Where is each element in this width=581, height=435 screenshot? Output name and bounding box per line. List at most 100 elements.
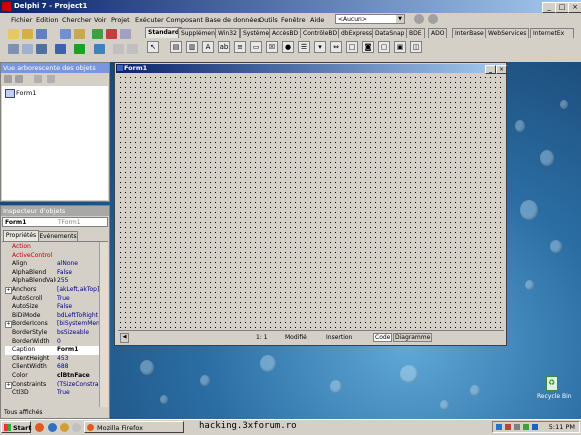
tab-datasnap[interactable]: DataSnap bbox=[372, 28, 408, 38]
tray-volume-icon[interactable] bbox=[514, 424, 520, 430]
tab-webservices[interactable]: WebServices bbox=[485, 28, 530, 38]
menu-aide[interactable]: Aide bbox=[310, 16, 324, 24]
property-row[interactable]: Color clBtnFace bbox=[5, 372, 102, 381]
property-value[interactable]: True bbox=[57, 295, 102, 304]
desktop-quicklaunch-icon[interactable] bbox=[72, 423, 81, 432]
new-icon[interactable] bbox=[8, 29, 19, 39]
popupmenu-component-icon[interactable]: ▥ bbox=[186, 41, 198, 53]
tab-standard[interactable]: Standard bbox=[145, 27, 183, 38]
menu-fenetre[interactable]: Fenêtre bbox=[281, 16, 306, 24]
scrollbar-component-icon[interactable]: ⇔ bbox=[330, 41, 342, 53]
recycle-bin-icon[interactable]: ♻ bbox=[543, 374, 559, 391]
form-design-surface[interactable] bbox=[118, 75, 503, 337]
menu-chercher[interactable]: Chercher bbox=[62, 16, 92, 24]
open-icon[interactable] bbox=[22, 29, 33, 39]
property-row[interactable]: BorderWidth 0 bbox=[5, 338, 102, 347]
property-row[interactable]: AutoScroll True bbox=[5, 295, 102, 304]
menu-outils[interactable]: Outils bbox=[259, 16, 278, 24]
property-row[interactable]: AlphaBlend False bbox=[5, 269, 102, 278]
property-row[interactable]: AlphaBlendValue255 bbox=[5, 277, 102, 286]
menu-projet[interactable]: Projet bbox=[111, 16, 130, 24]
desktop-config-combo[interactable]: <Aucun> ▼ bbox=[335, 14, 405, 24]
scroll-left-button[interactable]: ◀ bbox=[120, 333, 129, 343]
close-button[interactable]: × bbox=[568, 2, 581, 13]
property-value[interactable]: False bbox=[57, 269, 102, 278]
property-value[interactable]: alNone bbox=[57, 260, 102, 269]
property-row[interactable]: ActiveControl bbox=[5, 252, 102, 261]
tab-ado[interactable]: ADO bbox=[428, 28, 448, 38]
actionlist-component-icon[interactable]: ▣ bbox=[394, 41, 406, 53]
tree-delete-icon[interactable] bbox=[15, 75, 23, 83]
listbox-component-icon[interactable]: ☰ bbox=[298, 41, 310, 53]
tab-dbexpress[interactable]: dbExpress bbox=[338, 28, 376, 38]
inspector-object-selector[interactable]: Form1 TForm1 bbox=[2, 217, 108, 227]
menu-edition[interactable]: Edition bbox=[36, 16, 59, 24]
memo-component-icon[interactable]: ≡ bbox=[234, 41, 246, 53]
arrow-up-icon[interactable] bbox=[34, 75, 42, 83]
inspector-title[interactable]: Inspecteur d'objets bbox=[1, 206, 109, 216]
property-value[interactable]: bdLeftToRight bbox=[57, 312, 102, 321]
save-icon[interactable] bbox=[36, 29, 47, 39]
property-value[interactable]: bsSizeable bbox=[57, 329, 102, 338]
minimize-button[interactable]: _ bbox=[542, 2, 556, 13]
help-icon[interactable] bbox=[120, 29, 131, 39]
property-row[interactable]: + Anchors [akLeft,akTop] bbox=[5, 286, 102, 295]
new-form-icon[interactable] bbox=[55, 44, 66, 54]
tray-messenger-icon[interactable] bbox=[532, 424, 538, 430]
tray-antivirus-icon[interactable] bbox=[505, 424, 511, 430]
property-row[interactable]: Caption Form1 bbox=[5, 346, 102, 355]
radiogroup-component-icon[interactable]: ◙ bbox=[362, 41, 374, 53]
run-icon[interactable] bbox=[74, 44, 85, 54]
property-value[interactable]: [biSystemMenu,bi bbox=[57, 320, 102, 329]
property-row[interactable]: ClientWidth 688 bbox=[5, 363, 102, 372]
menu-voir[interactable]: Voir bbox=[94, 16, 106, 24]
pause-icon[interactable] bbox=[94, 44, 105, 54]
tab-code[interactable]: Code bbox=[373, 333, 393, 342]
menu-base-de-donnees[interactable]: Base de données bbox=[205, 16, 261, 24]
property-value[interactable]: 0 bbox=[57, 338, 102, 347]
tab-evenements[interactable]: Evénements bbox=[38, 231, 78, 241]
property-row[interactable]: +BorderIcons [biSystemMenu,bi bbox=[5, 320, 102, 329]
property-value[interactable]: clBtnFace bbox=[57, 372, 102, 381]
add-file-icon[interactable] bbox=[92, 29, 103, 39]
toggle-form-unit-icon[interactable] bbox=[36, 44, 47, 54]
tab-accesbd[interactable]: AccèsBD bbox=[269, 28, 302, 38]
property-value[interactable]: True bbox=[57, 389, 102, 398]
expand-icon[interactable]: + bbox=[5, 287, 12, 294]
set-debug-desktop-icon[interactable] bbox=[428, 14, 438, 24]
form-minimize-button[interactable]: _ bbox=[485, 65, 496, 74]
property-row[interactable]: BorderStyle bsSizeable bbox=[5, 329, 102, 338]
tab-internetexpress[interactable]: InternetEx bbox=[530, 28, 574, 38]
tree-item-form1[interactable]: Form1 bbox=[16, 89, 37, 97]
tab-supplement[interactable]: Supplément bbox=[178, 28, 221, 38]
frames-component-icon[interactable]: ◫ bbox=[410, 41, 422, 53]
open-project-icon[interactable] bbox=[74, 29, 85, 39]
property-value[interactable]: 688 bbox=[57, 363, 102, 372]
property-value[interactable]: 255 bbox=[57, 277, 102, 286]
ie-quicklaunch-icon[interactable] bbox=[48, 423, 57, 432]
checkbox-component-icon[interactable]: ☒ bbox=[266, 41, 278, 53]
inspector-scrollbar[interactable] bbox=[99, 242, 108, 407]
groupbox-component-icon[interactable]: □ bbox=[346, 41, 358, 53]
property-value[interactable]: False bbox=[57, 303, 102, 312]
tab-interbase[interactable]: InterBase bbox=[452, 28, 487, 38]
view-form-icon[interactable] bbox=[22, 44, 33, 54]
save-all-icon[interactable] bbox=[60, 29, 71, 39]
menu-fichier[interactable]: Fichier bbox=[11, 16, 32, 24]
tab-diagramme[interactable]: Diagramme bbox=[393, 333, 433, 342]
tray-app-icon[interactable] bbox=[523, 424, 529, 430]
pointer-tool-icon[interactable]: ↖ bbox=[147, 41, 159, 53]
menu-executer[interactable]: Exécuter bbox=[135, 16, 164, 24]
property-row[interactable]: Ctl3D True bbox=[5, 389, 102, 398]
taskbar-item-firefox[interactable]: Mozilla Firefox bbox=[84, 421, 184, 433]
chevron-down-icon[interactable]: ▼ bbox=[396, 15, 404, 23]
explorer-quicklaunch-icon[interactable] bbox=[60, 423, 69, 432]
tab-bde[interactable]: BDE bbox=[406, 28, 425, 38]
combobox-component-icon[interactable]: ▾ bbox=[314, 41, 326, 53]
expand-icon[interactable]: + bbox=[5, 321, 12, 329]
tab-proprietes[interactable]: Propriétés bbox=[3, 230, 39, 241]
save-desktop-icon[interactable] bbox=[414, 14, 424, 24]
edit-component-icon[interactable]: ab bbox=[218, 41, 230, 53]
property-value[interactable]: 453 bbox=[57, 355, 102, 364]
panel-component-icon[interactable]: ▢ bbox=[378, 41, 390, 53]
